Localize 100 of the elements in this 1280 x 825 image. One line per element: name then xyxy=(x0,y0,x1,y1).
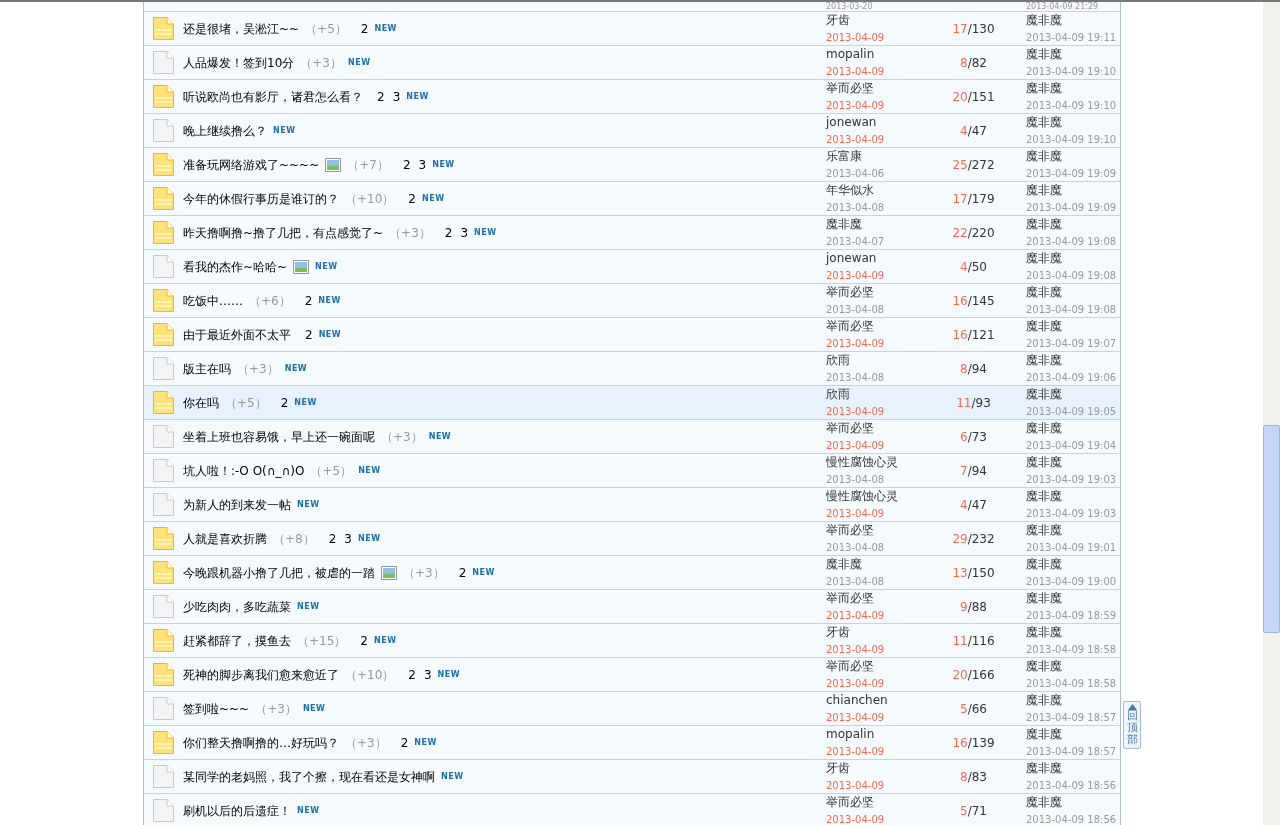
author-name[interactable]: 牙齿 xyxy=(826,759,931,777)
thread-title[interactable]: 晚上继续撸么？ xyxy=(183,121,267,140)
page-link[interactable]: 2 xyxy=(328,529,337,548)
page-link[interactable]: 3 xyxy=(460,223,469,242)
last-poster[interactable]: 魔非魔 xyxy=(1026,555,1120,573)
thread-title[interactable]: 坐着上班也容易饿，早上还一碗面呢 xyxy=(183,427,375,446)
thread-title[interactable]: 吃饭中…… xyxy=(183,291,243,310)
thread-title[interactable]: 看我的杰作~哈哈~ xyxy=(183,257,288,276)
author-name[interactable]: 慢性腐蚀心灵 xyxy=(826,453,931,471)
last-poster[interactable]: 魔非魔 xyxy=(1026,691,1120,709)
thread-title[interactable]: 少吃肉肉，多吃蔬菜 xyxy=(183,597,291,616)
author-name[interactable]: chianchen xyxy=(826,691,931,709)
thread-row[interactable]: 刷机以后的后遗症！ NEW 举而必坚 2013-04-09 5/71 魔非魔 2013-04-09 18:56 xyxy=(144,794,1120,825)
thread-row[interactable]: 赶紧都辞了，摸鱼去 （+15） 2 NEW 牙齿 2013-04-09 11/116 魔非魔 2013-04-09 18:58 xyxy=(144,624,1120,658)
author-name[interactable]: 举而必坚 xyxy=(826,317,931,335)
thread-title[interactable]: 还是很堵，吴淞江~~ xyxy=(183,19,300,38)
last-poster[interactable]: 魔非魔 xyxy=(1026,45,1120,63)
thread-row[interactable]: 少吃肉肉，多吃蔬菜 NEW 举而必坚 2013-04-09 9/88 魔非魔 2013-04-09 18:59 xyxy=(144,590,1120,624)
thread-row[interactable]: 为新人的到来发一帖 NEW 慢性腐蚀心灵 2013-04-09 4/47 魔非魔 2013-04-09 19:03 xyxy=(144,488,1120,522)
last-poster[interactable]: 魔非魔 xyxy=(1026,589,1120,607)
thread-row[interactable]: 今晚跟机器小撸了几把，被虐的一踏 （+3） 2 NEW 魔非魔 2013-04-08 13/150 魔非魔 2013-04-09 19:00 xyxy=(144,556,1120,590)
thread-row[interactable]: 人品爆发！签到10分 （+3） NEW mopalin 2013-04-09 8/82 魔非魔 2013-04-09 19:10 xyxy=(144,46,1120,80)
thread-title[interactable]: 今年的休假行事历是谁订的？ xyxy=(183,189,339,208)
thread-row[interactable]: 坑人啦！:-O O(∩_∩)O （+5） NEW 慢性腐蚀心灵 2013-04-08 7/94 魔非魔 2013-04-09 19:03 xyxy=(144,454,1120,488)
author-name[interactable]: 乐富康 xyxy=(826,147,931,165)
thread-title[interactable]: 你们整天撸啊撸的…好玩吗？ xyxy=(183,733,339,752)
thread-row[interactable]: 还是很堵，吴淞江~~ （+5） 2 NEW 牙齿 2013-04-09 17/130 魔非魔 2013-04-09 19:11 xyxy=(144,12,1120,46)
thread-row[interactable]: 昨天撸啊撸~撸了几把，有点感觉了~ （+3） 2 3 NEW 魔非魔 2013-04-07 22/220 魔非魔 2013-04-09 19:08 xyxy=(144,216,1120,250)
page-link[interactable]: 2 xyxy=(408,665,416,684)
thread-row[interactable]: 今年的休假行事历是谁订的？ （+10） 2 NEW 年华似水 2013-04-08 17/179 魔非魔 2013-04-09 19:09 xyxy=(144,182,1120,216)
thread-title[interactable]: 人就是喜欢折腾 xyxy=(183,529,267,548)
author-name[interactable]: 慢性腐蚀心灵 xyxy=(826,487,931,505)
author-name[interactable]: 举而必坚 xyxy=(826,793,931,811)
last-poster[interactable]: 魔非魔 xyxy=(1026,623,1120,641)
author-name[interactable]: 欣雨 xyxy=(826,385,931,403)
thread-row[interactable]: 由于最近外面不太平 2 NEW 举而必坚 2013-04-09 16/121 魔非魔 2013-04-09 19:07 xyxy=(144,318,1120,352)
page-link[interactable]: 3 xyxy=(344,529,352,548)
thread-title[interactable]: 昨天撸啊撸~撸了几把，有点感觉了~ xyxy=(183,223,384,242)
thread-title[interactable]: 某同学的老妈照，我了个擦，现在看还是女神啊 xyxy=(183,767,435,786)
author-name[interactable]: 举而必坚 xyxy=(826,521,931,539)
thread-row[interactable]: 版主在吗 （+3） NEW 欣雨 2013-04-08 8/94 魔非魔 2013-04-09 19:06 xyxy=(144,352,1120,386)
last-poster[interactable]: 魔非魔 xyxy=(1026,147,1120,165)
last-poster[interactable]: 魔非魔 xyxy=(1026,487,1120,505)
thread-title[interactable]: 由于最近外面不太平 xyxy=(183,325,291,344)
last-poster[interactable]: 魔非魔 xyxy=(1026,181,1120,199)
thread-title[interactable]: 死神的脚步离我们愈来愈近了 xyxy=(183,665,339,684)
thread-row[interactable]: 某同学的老妈照，我了个擦，现在看还是女神啊 NEW 牙齿 2013-04-09 8/83 魔非魔 2013-04-09 18:56 xyxy=(144,760,1120,794)
author-name[interactable]: 举而必坚 xyxy=(826,589,931,607)
page-link[interactable]: 2 xyxy=(408,189,416,208)
last-poster[interactable]: 魔非魔 xyxy=(1026,351,1120,369)
page-link[interactable]: 2 xyxy=(305,325,313,344)
thread-title[interactable]: 你在吗 xyxy=(183,393,219,412)
thread-title[interactable]: 为新人的到来发一帖 xyxy=(183,495,291,514)
thread-title[interactable]: 坑人啦！:-O O(∩_∩)O xyxy=(183,461,305,480)
thread-row[interactable]: 你们整天撸啊撸的…好玩吗？ （+3） 2 NEW mopalin 2013-04-09 16/139 魔非魔 2013-04-09 18:57 xyxy=(144,726,1120,760)
thread-title[interactable]: 准备玩网络游戏了~~~~ xyxy=(183,155,320,174)
author-name[interactable]: 牙齿 xyxy=(826,11,931,29)
last-poster[interactable]: 魔非魔 xyxy=(1026,249,1120,267)
thread-row[interactable]: 你在吗 （+5） 2 NEW 欣雨 2013-04-09 11/93 魔非魔 2013-04-09 19:05 xyxy=(144,386,1120,420)
page-link[interactable]: 2 xyxy=(458,563,467,582)
author-name[interactable]: 举而必坚 xyxy=(826,657,931,675)
thread-row[interactable]: 准备玩网络游戏了~~~~ （+7） 2 3 NEW 乐富康 2013-04-06 25/272 魔非魔 2013-04-09 19:09 xyxy=(144,148,1120,182)
page-link[interactable]: 3 xyxy=(418,155,427,174)
thread-title[interactable]: 今晚跟机器小撸了几把，被虐的一踏 xyxy=(183,563,375,582)
author-name[interactable]: 举而必坚 xyxy=(826,419,931,437)
last-poster[interactable]: 魔非魔 xyxy=(1026,283,1120,301)
last-poster[interactable]: 魔非魔 xyxy=(1026,113,1120,131)
author-name[interactable]: 举而必坚 xyxy=(826,79,931,97)
last-poster[interactable]: 魔非魔 xyxy=(1026,419,1120,437)
page-link[interactable]: 2 xyxy=(280,393,289,412)
thread-title[interactable]: 刷机以后的后遗症！ xyxy=(183,801,291,820)
page-link[interactable]: 2 xyxy=(400,733,409,752)
author-name[interactable]: 年华似水 xyxy=(826,181,931,199)
thread-title[interactable]: 签到啦~~~ xyxy=(183,699,250,718)
thread-row[interactable]: 看我的杰作~哈哈~ NEW jonewan 2013-04-09 4/50 魔非魔 2013-04-09 19:08 xyxy=(144,250,1120,284)
last-poster[interactable]: 魔非魔 xyxy=(1026,521,1120,539)
author-name[interactable]: 牙齿 xyxy=(826,623,931,641)
author-name[interactable]: 欣雨 xyxy=(826,351,931,369)
author-name[interactable]: mopalin xyxy=(826,45,931,63)
page-link[interactable]: 2 xyxy=(304,291,313,310)
page-link[interactable]: 2 xyxy=(377,87,385,106)
page-link[interactable]: 2 xyxy=(444,223,453,242)
thread-row[interactable]: 人就是喜欢折腾 （+8） 2 3 NEW 举而必坚 2013-04-08 29/232 魔非魔 2013-04-09 19:01 xyxy=(144,522,1120,556)
back-to-top-button[interactable]: 回顶部 xyxy=(1123,701,1141,749)
thread-row[interactable]: 吃饭中…… （+6） 2 NEW 举而必坚 2013-04-08 16/145 魔非魔 2013-04-09 19:08 xyxy=(144,284,1120,318)
last-poster[interactable]: 魔非魔 xyxy=(1026,11,1120,29)
scrollbar[interactable] xyxy=(1263,2,1280,825)
last-poster[interactable]: 魔非魔 xyxy=(1026,657,1120,675)
author-name[interactable]: jonewan xyxy=(826,249,931,267)
page-link[interactable]: 2 xyxy=(360,631,368,650)
thread-row[interactable]: 签到啦~~~ （+3） NEW chianchen 2013-04-09 5/66 魔非魔 2013-04-09 18:57 xyxy=(144,692,1120,726)
last-poster[interactable]: 魔非魔 xyxy=(1026,759,1120,777)
thread-title[interactable]: 人品爆发！签到10分 xyxy=(183,53,295,72)
last-poster[interactable]: 魔非魔 xyxy=(1026,453,1120,471)
author-name[interactable]: mopalin xyxy=(826,725,931,743)
page-link[interactable]: 2 xyxy=(402,155,411,174)
thread-title[interactable]: 听说欧尚也有影厅，诸君怎么看？ xyxy=(183,87,363,106)
last-poster[interactable]: 魔非魔 xyxy=(1026,725,1120,743)
author-name[interactable]: 魔非魔 xyxy=(826,215,931,233)
author-name[interactable]: 举而必坚 xyxy=(826,283,931,301)
